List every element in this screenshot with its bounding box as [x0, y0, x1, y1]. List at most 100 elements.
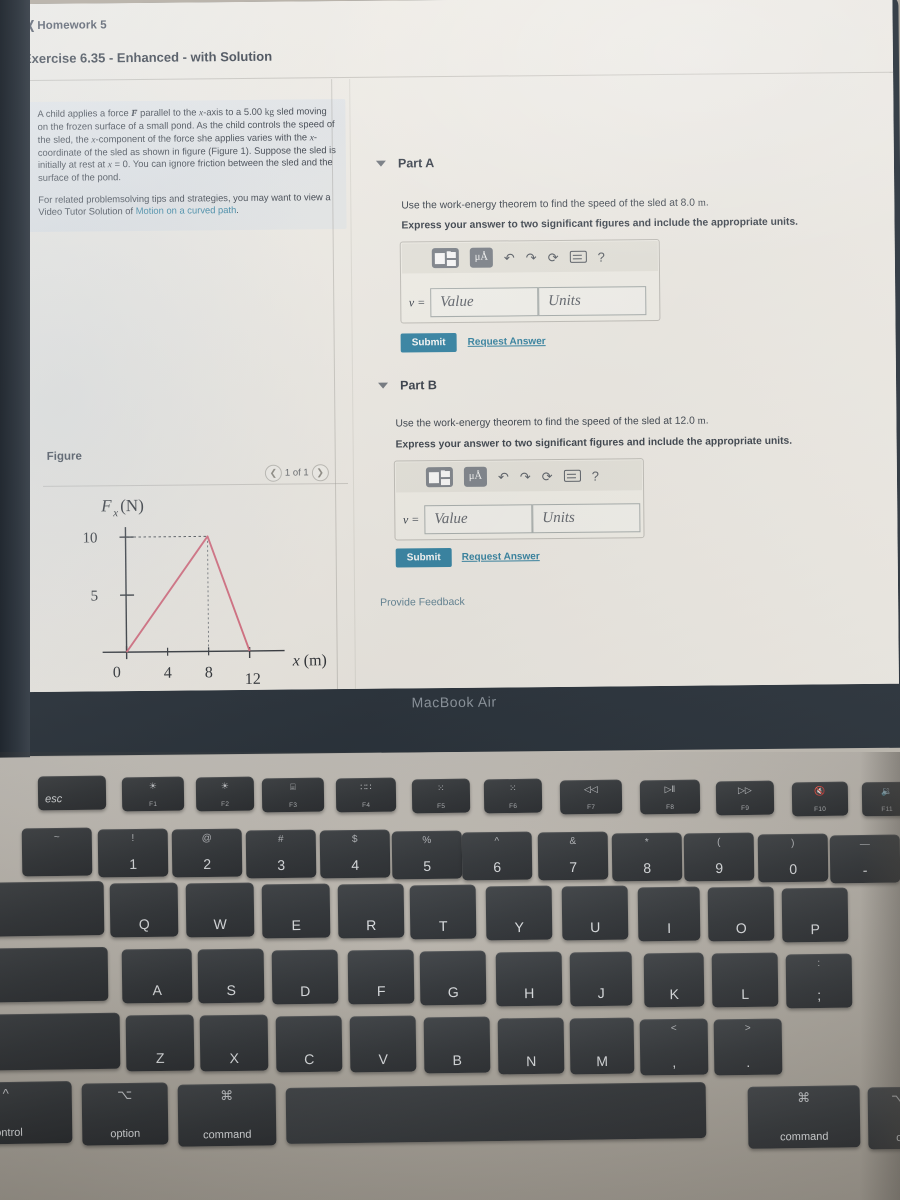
keyboard-icon[interactable] [569, 250, 587, 263]
key-shift-left[interactable] [0, 1012, 121, 1072]
key-r[interactable]: R [337, 883, 405, 939]
units-icon[interactable]: μÅ [469, 247, 493, 268]
provide-feedback-link[interactable]: Provide Feedback [380, 596, 465, 609]
key-x[interactable]: X [199, 1014, 269, 1072]
key-space[interactable] [285, 1082, 707, 1144]
help-icon[interactable]: ? [597, 249, 604, 264]
key-control[interactable]: ^ control [0, 1081, 73, 1145]
key-icon: ▷▷ [737, 784, 752, 796]
key-0[interactable]: ) 0 [757, 833, 829, 883]
key-f10[interactable]: 🔇 F10 [791, 781, 849, 817]
key-p[interactable]: P [781, 887, 849, 943]
key-e[interactable]: E [261, 883, 331, 939]
key-n[interactable]: N [497, 1017, 565, 1075]
key-4[interactable]: $4 [319, 829, 391, 879]
caret-down-icon[interactable] [375, 160, 386, 167]
figure-prev-button[interactable]: ❮ [264, 464, 282, 482]
problem-paragraph-2: For related problemsolving tips and stra… [38, 190, 331, 218]
key-7[interactable]: & 7 [537, 831, 609, 881]
caret-down-icon[interactable] [378, 382, 389, 389]
key-j[interactable]: J [569, 951, 633, 1007]
part-a-header[interactable]: Part A [375, 156, 434, 171]
key-9[interactable]: (9 [683, 832, 755, 882]
key-l[interactable]: L [711, 952, 779, 1008]
part-b-request-answer-link[interactable]: Request Answer [462, 551, 540, 563]
screen-left-edge [0, 0, 30, 760]
key-g[interactable]: G [419, 950, 487, 1006]
key-v[interactable]: V [349, 1015, 417, 1073]
reset-icon[interactable]: ⟳ [548, 249, 559, 264]
key-f7[interactable]: ◁◁ F7 [559, 779, 623, 815]
key-semicolon[interactable]: :; [785, 953, 853, 1009]
key-f3[interactable]: ⌸ F3 [261, 777, 325, 813]
key-tilde[interactable]: ~ [21, 827, 93, 877]
key-f1[interactable]: ☀ F1 [121, 776, 185, 812]
key-s[interactable]: S [197, 948, 265, 1004]
key-o[interactable]: O [707, 886, 775, 942]
redo-icon[interactable]: ↷ [526, 250, 537, 265]
key-label: B [452, 1051, 462, 1069]
key-8[interactable]: * 8 [611, 832, 683, 882]
key-f4[interactable]: ∷∷ F4 [335, 777, 397, 813]
right-column: Part A Use the work-energy theorem to fi… [353, 74, 899, 689]
keyboard-icon[interactable] [563, 469, 581, 482]
key-fn-label: F9 [741, 804, 750, 813]
key-h[interactable]: H [495, 951, 563, 1007]
key-f9[interactable]: ▷▷ F9 [715, 780, 775, 816]
video-tutor-link[interactable]: Motion on a curved path [136, 204, 237, 216]
key-label: S [226, 981, 236, 999]
key-f2[interactable]: ☀ F2 [195, 776, 255, 812]
key-3[interactable]: #3 [245, 829, 317, 879]
reset-icon[interactable]: ⟳ [542, 469, 553, 484]
undo-icon[interactable]: ↶ [498, 469, 509, 484]
key-period[interactable]: >. [713, 1018, 783, 1076]
key-5[interactable]: % 5 [391, 830, 463, 880]
breadcrumb-back-link[interactable]: ❮ Homework 5 [27, 17, 107, 32]
part-a-units-input[interactable]: Units [538, 285, 647, 316]
math-template-icon[interactable] [425, 466, 454, 488]
part-b-submit-button[interactable]: Submit [395, 548, 452, 568]
key-f8[interactable]: ▷‖ F8 [639, 779, 701, 815]
key-k[interactable]: K [643, 952, 705, 1008]
help-icon[interactable]: ? [592, 468, 599, 483]
key-command[interactable]: ⌘ command [747, 1085, 861, 1149]
part-a-value-input[interactable]: Value [430, 286, 539, 317]
units-icon[interactable]: μÅ [463, 466, 488, 487]
key-tab[interactable]: tab [0, 881, 105, 937]
key-t[interactable]: T [409, 884, 477, 940]
key-esc[interactable]: esc [37, 775, 107, 811]
part-b-units-input[interactable]: Units [532, 502, 641, 533]
key-u[interactable]: U [561, 885, 629, 941]
key-label: J [597, 984, 605, 1002]
key-f[interactable]: F [347, 949, 415, 1005]
key-a[interactable]: A [121, 948, 193, 1004]
key-y[interactable]: Y [485, 885, 553, 941]
part-a-request-answer-link[interactable]: Request Answer [468, 336, 546, 348]
key-f6[interactable]: ⁙ F6 [483, 778, 543, 814]
part-b-value-input[interactable]: Value [424, 503, 533, 534]
key-6[interactable]: ^ 6 [461, 831, 533, 881]
part-b-header[interactable]: Part B [378, 378, 437, 393]
key-d[interactable]: D [271, 949, 339, 1005]
key-label: control [0, 1126, 23, 1140]
key-q[interactable]: Q [109, 882, 179, 938]
key-b[interactable]: B [423, 1016, 491, 1074]
key-2[interactable]: @2 [171, 828, 243, 878]
key-comma[interactable]: <, [639, 1018, 709, 1076]
key-f5[interactable]: ⁙ F5 [411, 778, 471, 814]
key-lock[interactable]: lock [0, 946, 109, 1004]
redo-icon[interactable]: ↷ [520, 469, 531, 484]
key-z[interactable]: Z [125, 1014, 195, 1072]
math-template-icon[interactable] [431, 247, 459, 269]
photo-scene: ❮ Homework 5 Exercise 6.35 - Enhanced - w… [0, 0, 900, 1200]
key-c[interactable]: C [275, 1015, 343, 1073]
key-1[interactable]: ! 1 [97, 828, 169, 878]
part-a-submit-button[interactable]: Submit [400, 332, 457, 353]
key-w[interactable]: W [185, 882, 255, 938]
key-m[interactable]: M [569, 1017, 635, 1075]
key-i[interactable]: I [637, 886, 701, 942]
figure-next-button[interactable]: ❯ [311, 464, 329, 482]
key-command[interactable]: ⌘ command [177, 1083, 277, 1147]
undo-icon[interactable]: ↶ [504, 250, 515, 265]
key-option[interactable]: ⌥ option [81, 1082, 169, 1146]
